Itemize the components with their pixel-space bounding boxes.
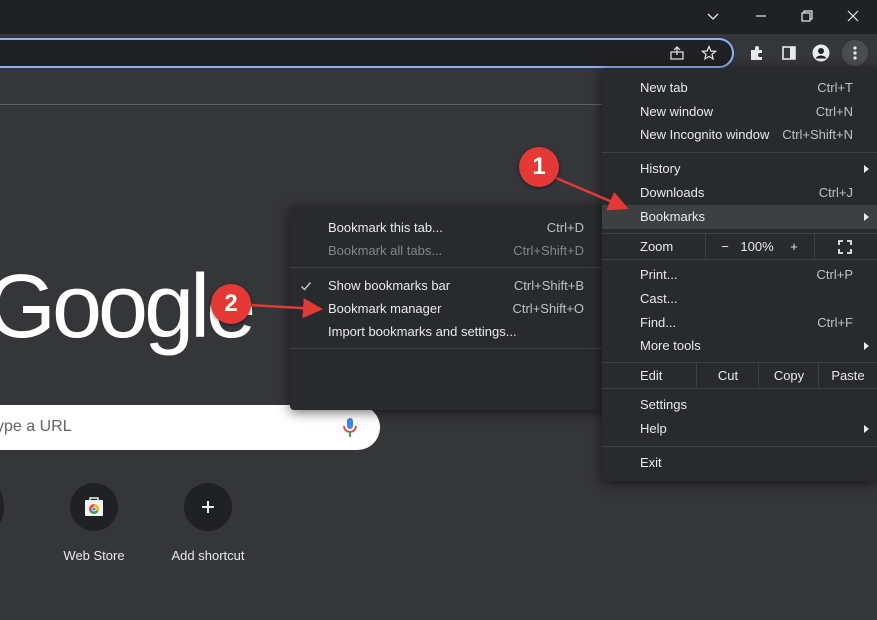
step-badge-2: 2 — [211, 284, 251, 324]
annotation-arrows — [249, 176, 629, 319]
arrow-to-bookmark-manager — [249, 298, 323, 319]
arrow-to-bookmarks — [555, 176, 629, 211]
step-badge-1: 1 — [519, 147, 559, 187]
